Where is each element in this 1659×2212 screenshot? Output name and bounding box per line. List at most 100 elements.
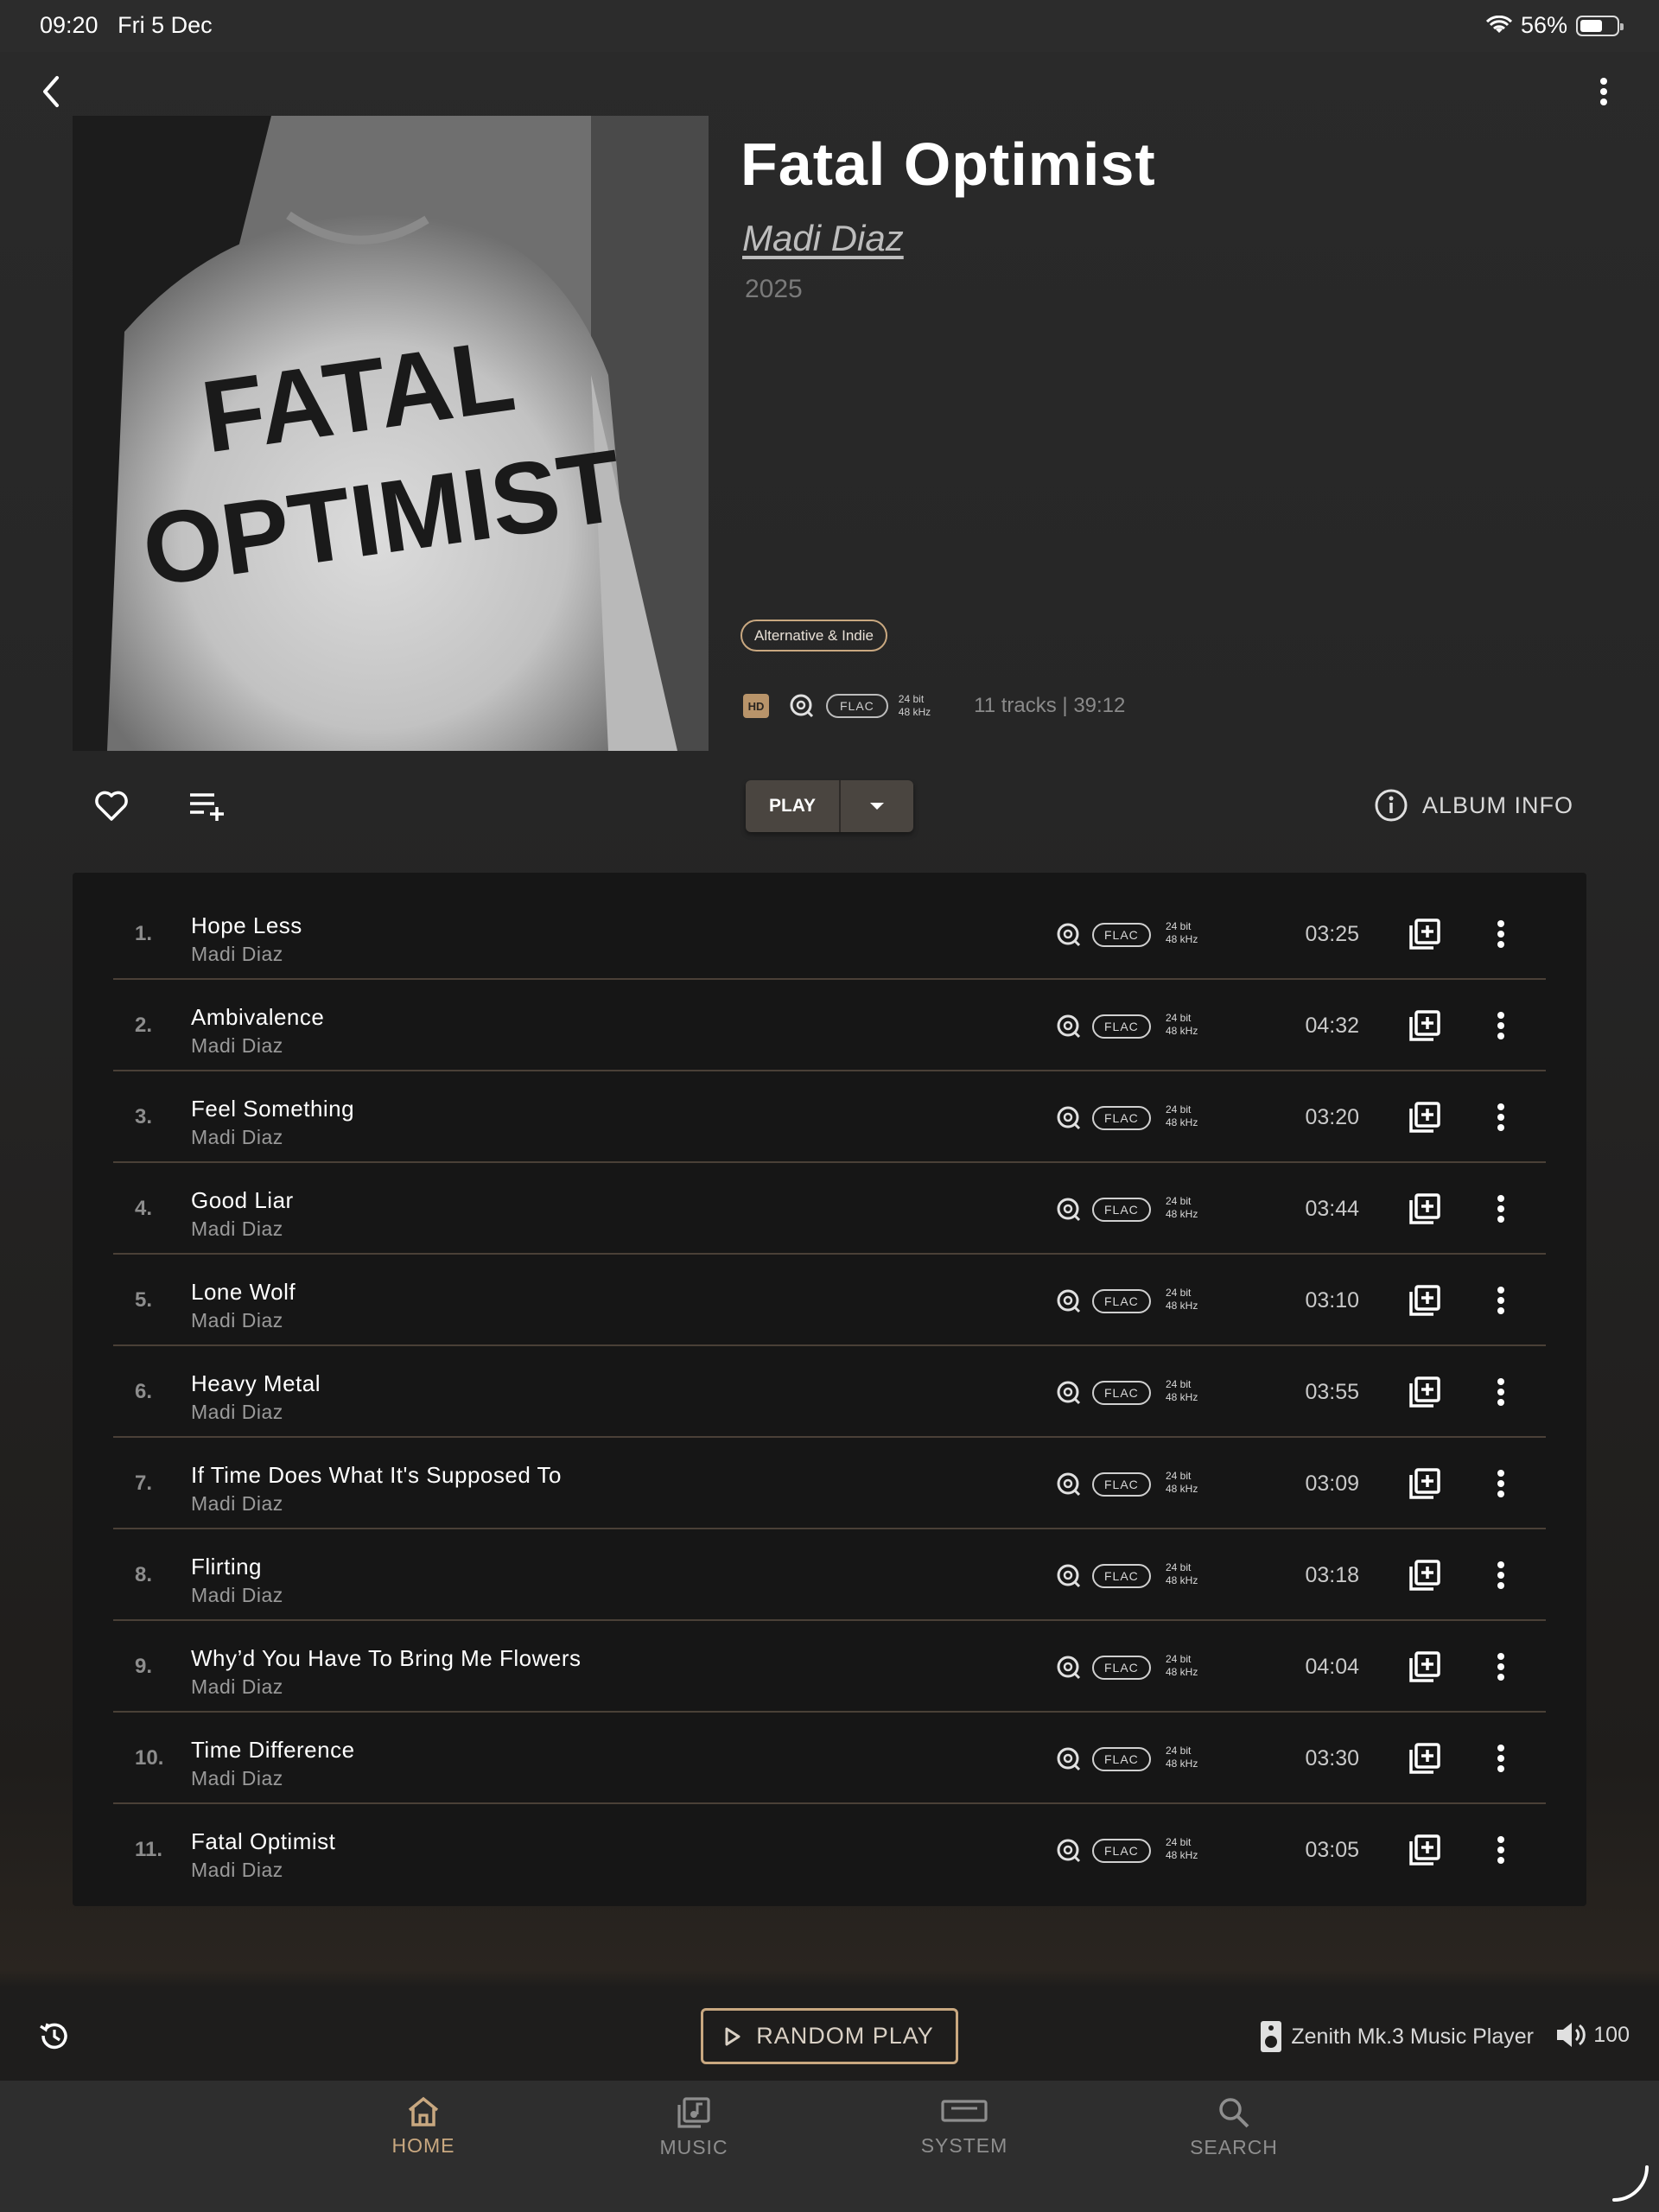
favorite-button[interactable] [90,786,133,826]
track-row[interactable]: 6. Heavy Metal Madi Diaz FLAC 24 bit 48 k… [113,1346,1546,1438]
track-row[interactable]: 5. Lone Wolf Madi Diaz FLAC 24 bit 48 kHz… [113,1255,1546,1346]
playlist-add-icon [190,793,224,821]
play-button[interactable]: PLAY [746,780,841,832]
track-row[interactable]: 4. Good Liar Madi Diaz FLAC 24 bit 48 kHz… [113,1163,1546,1255]
add-to-queue-button[interactable] [1408,1375,1442,1409]
track-more-button[interactable] [1496,1375,1506,1409]
queue-add-icon [1409,1193,1440,1224]
track-audio-quality: 24 bit 48 kHz [1166,920,1198,945]
hi-res-icon [790,694,814,718]
add-to-queue-button[interactable] [1408,1833,1442,1867]
track-audio-quality: 24 bit 48 kHz [1166,1561,1198,1586]
output-device[interactable]: Zenith Mk.3 Music Player [1260,2020,1534,2053]
more-options-button[interactable] [1586,73,1621,111]
track-row[interactable]: 2. Ambivalence Madi Diaz FLAC 24 bit 48 k… [113,980,1546,1071]
track-number: 7. [135,1471,153,1495]
track-format-badge: FLAC [1092,1564,1151,1588]
album-info-button[interactable]: ALBUM INFO [1374,788,1573,823]
track-artist: Madi Diaz [191,1401,283,1423]
track-audio-quality: 24 bit 48 kHz [1166,1103,1198,1128]
track-row[interactable]: 9. Why’d You Have To Bring Me Flowers Ma… [113,1621,1546,1713]
add-to-queue-button[interactable] [1408,1466,1442,1501]
add-to-playlist-button[interactable] [187,786,230,826]
track-title: Why’d You Have To Bring Me Flowers [191,1645,582,1671]
track-more-button[interactable] [1496,1466,1506,1501]
track-row[interactable]: 10. Time Difference Madi Diaz FLAC 24 bi… [113,1713,1546,1804]
add-to-queue-button[interactable] [1408,1008,1442,1043]
back-button[interactable] [31,73,69,111]
add-to-queue-button[interactable] [1408,917,1442,951]
track-duration: 03:09 [1305,1471,1359,1496]
battery-icon [1576,15,1624,36]
add-to-queue-button[interactable] [1408,1192,1442,1226]
track-number: 3. [135,1105,153,1128]
home-icon [408,2096,439,2126]
track-artist: Madi Diaz [191,1767,283,1789]
history-button[interactable] [35,2018,73,2053]
track-summary: 11 tracks | 39:12 [974,694,1126,717]
queue-add-icon [1409,1468,1440,1499]
track-title: If Time Does What It's Supposed To [191,1462,563,1488]
track-more-button[interactable] [1496,917,1506,951]
track-row[interactable]: 8. Flirting Madi Diaz FLAC 24 bit 48 kHz … [113,1529,1546,1621]
info-icon [1375,789,1408,822]
track-more-button[interactable] [1496,1100,1506,1135]
track-title: Hope Less [191,912,302,938]
add-to-queue-button[interactable] [1408,1558,1442,1592]
track-row[interactable]: 3. Feel Something Madi Diaz FLAC 24 bit 4… [113,1071,1546,1163]
track-row[interactable]: 7. If Time Does What It's Supposed To Ma… [113,1438,1546,1529]
queue-add-icon [1409,1743,1440,1774]
track-more-button[interactable] [1496,1192,1506,1226]
play-button-group: PLAY [746,780,913,832]
tab-music[interactable]: MUSIC [625,2096,763,2159]
play-options-dropdown[interactable] [841,780,913,832]
add-to-queue-button[interactable] [1408,1649,1442,1684]
chevron-left-icon [43,76,59,107]
track-row[interactable]: 11. Fatal Optimist Madi Diaz FLAC 24 bit… [113,1804,1546,1896]
tab-home[interactable]: HOME [354,2096,493,2158]
album-title: Fatal Optimist [741,130,1156,198]
tab-music-label: MUSIC [659,2136,728,2158]
track-more-button[interactable] [1496,1741,1506,1776]
track-artist: Madi Diaz [191,1859,283,1881]
add-to-queue-button[interactable] [1408,1741,1442,1776]
music-library-icon [677,2097,710,2128]
track-duration: 03:30 [1305,1745,1359,1770]
album-artist-link[interactable]: Madi Diaz [742,218,904,259]
tab-system[interactable]: SYSTEM [895,2096,1033,2158]
track-number: 6. [135,1380,153,1403]
track-number: 1. [135,922,153,945]
album-info-label: ALBUM INFO [1421,791,1573,818]
genre-tag[interactable]: Alternative & Indie [741,620,887,652]
track-more-button[interactable] [1496,1283,1506,1318]
more-vertical-icon [1497,1653,1504,1681]
track-artist: Madi Diaz [191,1126,283,1148]
track-artist: Madi Diaz [191,1584,283,1606]
volume-control[interactable]: 100 [1555,2020,1630,2050]
queue-add-icon [1409,1102,1440,1133]
tab-search[interactable]: SEARCH [1165,2096,1303,2159]
album-cover: FATAL OPTIMIST [73,116,709,751]
add-to-queue-button[interactable] [1408,1100,1442,1135]
track-number: 4. [135,1197,153,1220]
tab-home-label: HOME [391,2134,455,2157]
more-vertical-icon [1497,1378,1504,1406]
track-more-button[interactable] [1496,1649,1506,1684]
track-more-button[interactable] [1496,1558,1506,1592]
more-vertical-icon [1497,1103,1504,1131]
spinner-icon [1612,2165,1649,2202]
track-row[interactable]: 1. Hope Less Madi Diaz FLAC 24 bit 48 kHz… [113,888,1546,980]
random-play-button[interactable]: RANDOM PLAY [701,2008,958,2064]
more-vertical-icon [1497,1012,1504,1039]
track-artist: Madi Diaz [191,1034,283,1057]
track-audio-quality: 24 bit 48 kHz [1166,1745,1198,1770]
add-to-queue-button[interactable] [1408,1283,1442,1318]
status-right: 56% [1485,12,1624,39]
search-icon [1219,2098,1249,2128]
speaker-device-icon [1261,2021,1282,2052]
track-more-button[interactable] [1496,1008,1506,1043]
track-more-button[interactable] [1496,1833,1506,1867]
wifi-icon [1485,15,1512,33]
track-artist: Madi Diaz [191,1675,283,1698]
track-artist: Madi Diaz [191,943,283,965]
